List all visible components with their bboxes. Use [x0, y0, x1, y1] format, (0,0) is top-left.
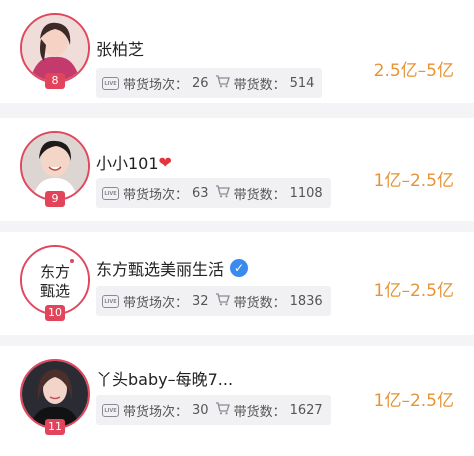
sessions-value: 63 — [192, 185, 209, 201]
sessions-label: 带货场次： — [123, 77, 189, 93]
rank-badge: 9 — [45, 191, 65, 207]
cart-icon — [215, 292, 230, 310]
items-label: 带货数： — [233, 404, 286, 420]
list-item[interactable]: 东方 甄选 10 东方甄选美丽生活 ✓ LIVE 带货场次： 32 带货数： 1… — [0, 232, 474, 335]
streamer-name-text: 小小101 — [96, 154, 159, 173]
avatar[interactable]: 8 — [20, 13, 90, 89]
items-value: 1627 — [289, 402, 323, 418]
sessions-value: 26 — [192, 75, 209, 91]
live-icon: LIVE — [102, 294, 119, 308]
items-label: 带货数： — [233, 295, 286, 311]
live-icon: LIVE — [102, 186, 119, 200]
avatar-logo-line-1: 东方 — [40, 263, 70, 281]
stats-bar: LIVE 带货场次： 63 带货数： 1108 — [96, 178, 331, 208]
stats-bar: LIVE 带货场次： 30 带货数： 1627 — [96, 395, 331, 425]
streamer-name[interactable]: 东方甄选美丽生活 ✓ — [96, 256, 249, 280]
items-label: 带货数： — [233, 187, 286, 203]
streamer-name[interactable]: 张柏芝 — [96, 36, 144, 60]
streamer-name[interactable]: 小小101 ❤ — [96, 150, 172, 174]
avatar-logo-line-2: 甄选 — [40, 282, 70, 300]
live-icon: LIVE — [102, 403, 119, 417]
sessions-value: 32 — [192, 293, 209, 309]
items-value: 1836 — [289, 293, 323, 309]
avatar[interactable]: 东方 甄选 10 — [20, 245, 90, 321]
items-label: 带货数： — [233, 77, 286, 93]
stats-bar: LIVE 带货场次： 32 带货数： 1836 — [96, 286, 331, 316]
cart-icon — [215, 401, 230, 419]
sales-range: 1亿–2.5亿 — [373, 281, 454, 301]
rank-badge: 10 — [45, 305, 65, 321]
items-value: 514 — [289, 75, 315, 91]
stats-bar: LIVE 带货场次： 26 带货数： 514 — [96, 68, 323, 98]
streamer-name-text: 东方甄选美丽生活 — [96, 260, 225, 279]
avatar[interactable]: 11 — [20, 359, 90, 435]
streamer-name[interactable]: 丫头baby–每晚7... — [96, 366, 233, 390]
cart-icon — [215, 184, 230, 202]
rank-badge: 8 — [45, 73, 65, 89]
sessions-value: 30 — [192, 402, 209, 418]
streamer-name-text: 张柏芝 — [96, 40, 145, 59]
list-item[interactable]: 8 张柏芝 LIVE 带货场次： 26 带货数： 514 2.5亿–5亿 — [0, 0, 474, 103]
sessions-label: 带货场次： — [123, 404, 189, 420]
cart-icon — [215, 74, 230, 92]
heart-icon: ❤ — [158, 152, 172, 172]
sessions-label: 带货场次： — [123, 295, 189, 311]
rank-badge: 11 — [45, 419, 65, 435]
sessions-label: 带货场次： — [123, 187, 189, 203]
list-item[interactable]: 9 小小101 ❤ LIVE 带货场次： 63 带货数： 1108 1亿–2.5亿 — [0, 118, 474, 221]
sales-range: 1亿–2.5亿 — [373, 171, 454, 191]
live-icon: LIVE — [102, 76, 119, 90]
streamer-name-text: 丫头baby–每晚7... — [96, 370, 234, 389]
verified-icon: ✓ — [230, 259, 249, 277]
avatar[interactable]: 9 — [20, 131, 90, 207]
list-item[interactable]: 11 丫头baby–每晚7... LIVE 带货场次： 30 带货数： 1627… — [0, 346, 474, 456]
sales-range: 1亿–2.5亿 — [373, 391, 454, 411]
sales-range: 2.5亿–5亿 — [373, 61, 454, 81]
items-value: 1108 — [289, 185, 323, 201]
